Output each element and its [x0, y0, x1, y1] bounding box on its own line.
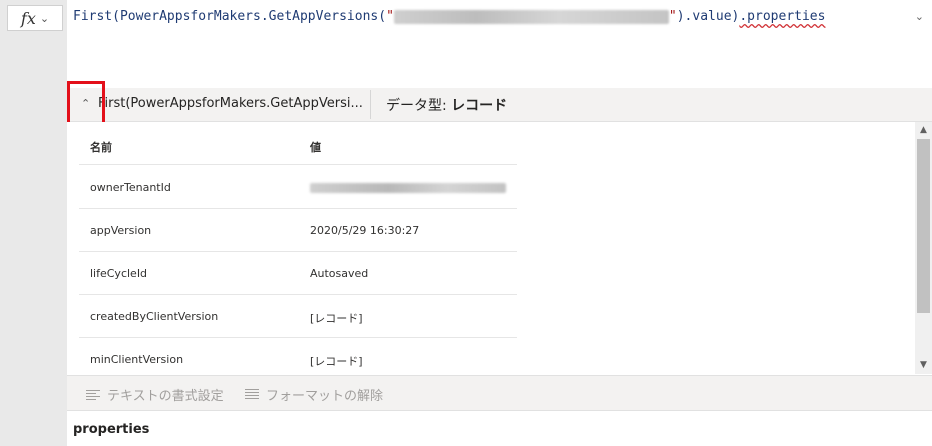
highlight-box: [67, 81, 105, 126]
format-text-icon: [86, 389, 100, 400]
row-name: appVersion: [90, 224, 152, 237]
row-value[interactable]: [レコード]: [310, 310, 363, 326]
redacted-app-id: [393, 9, 669, 24]
result-title: First(PowerAppsforMakers.GetAppVersi...: [98, 96, 363, 111]
fx-button[interactable]: fx ⌄: [7, 5, 63, 31]
table-row: appVersion 2020/5/29 16:30:27: [79, 209, 517, 252]
formula-part2: ).value): [676, 9, 740, 24]
row-value-redacted: [310, 183, 506, 196]
formula-toolbar: テキストの書式設定 フォーマットの解除: [67, 375, 932, 411]
formula-string-open: ": [386, 9, 394, 24]
formula-part3: .properties: [739, 9, 826, 24]
vertical-scrollbar[interactable]: ▲ ▼: [915, 122, 932, 374]
table-header-row: 名前 値: [79, 122, 517, 165]
row-value: 2020/5/29 16:30:27: [310, 224, 420, 237]
format-text-button[interactable]: テキストの書式設定: [86, 385, 224, 404]
format-text-label: テキストの書式設定: [107, 389, 224, 404]
row-name: createdByClientVersion: [90, 310, 219, 323]
data-type-value: レコード: [451, 98, 508, 114]
row-value[interactable]: [レコード]: [310, 353, 363, 369]
table-row: lifeCycleId Autosaved: [79, 252, 517, 295]
result-table: 名前 値 ownerTenantId appVersion 2020/5/29 …: [67, 122, 932, 374]
properties-label: properties: [73, 422, 150, 437]
header-divider: [370, 90, 371, 119]
row-name: minClientVersion: [90, 353, 184, 366]
fx-label: fx: [20, 8, 36, 28]
scroll-down-icon[interactable]: ▼: [915, 357, 932, 374]
chevron-down-icon: ⌄: [39, 11, 50, 25]
table-row: createdByClientVersion [レコード]: [79, 295, 517, 338]
left-gray-column: fx ⌄: [0, 0, 67, 446]
remove-format-button[interactable]: フォーマットの解除: [245, 385, 383, 404]
table-row: minClientVersion [レコード]: [79, 338, 517, 374]
formula-input[interactable]: First(PowerAppsforMakers.GetAppVersions(…: [73, 9, 825, 24]
column-header-name: 名前: [90, 141, 112, 154]
scroll-up-icon[interactable]: ▲: [915, 122, 932, 139]
column-header-value: 値: [310, 141, 321, 154]
table-row: ownerTenantId: [79, 166, 517, 209]
data-type-label: データ型: レコード: [386, 95, 507, 115]
formula-string-close: ": [668, 9, 677, 24]
row-value: Autosaved: [310, 267, 369, 280]
expand-formula-chevron-icon[interactable]: ⌄: [915, 10, 924, 23]
row-name: ownerTenantId: [90, 181, 171, 194]
data-type-prefix: データ型:: [386, 98, 452, 114]
scrollbar-thumb[interactable]: [917, 139, 930, 313]
row-name: lifeCycleId: [90, 267, 148, 280]
remove-format-label: フォーマットの解除: [266, 389, 384, 404]
formula-part1: First(PowerAppsforMakers.GetAppVersions(: [73, 9, 387, 24]
remove-format-icon: [245, 389, 259, 400]
formula-bar[interactable]: First(PowerAppsforMakers.GetAppVersions(…: [67, 0, 932, 89]
result-header: ⌃ First(PowerAppsforMakers.GetAppVersi..…: [67, 88, 932, 122]
